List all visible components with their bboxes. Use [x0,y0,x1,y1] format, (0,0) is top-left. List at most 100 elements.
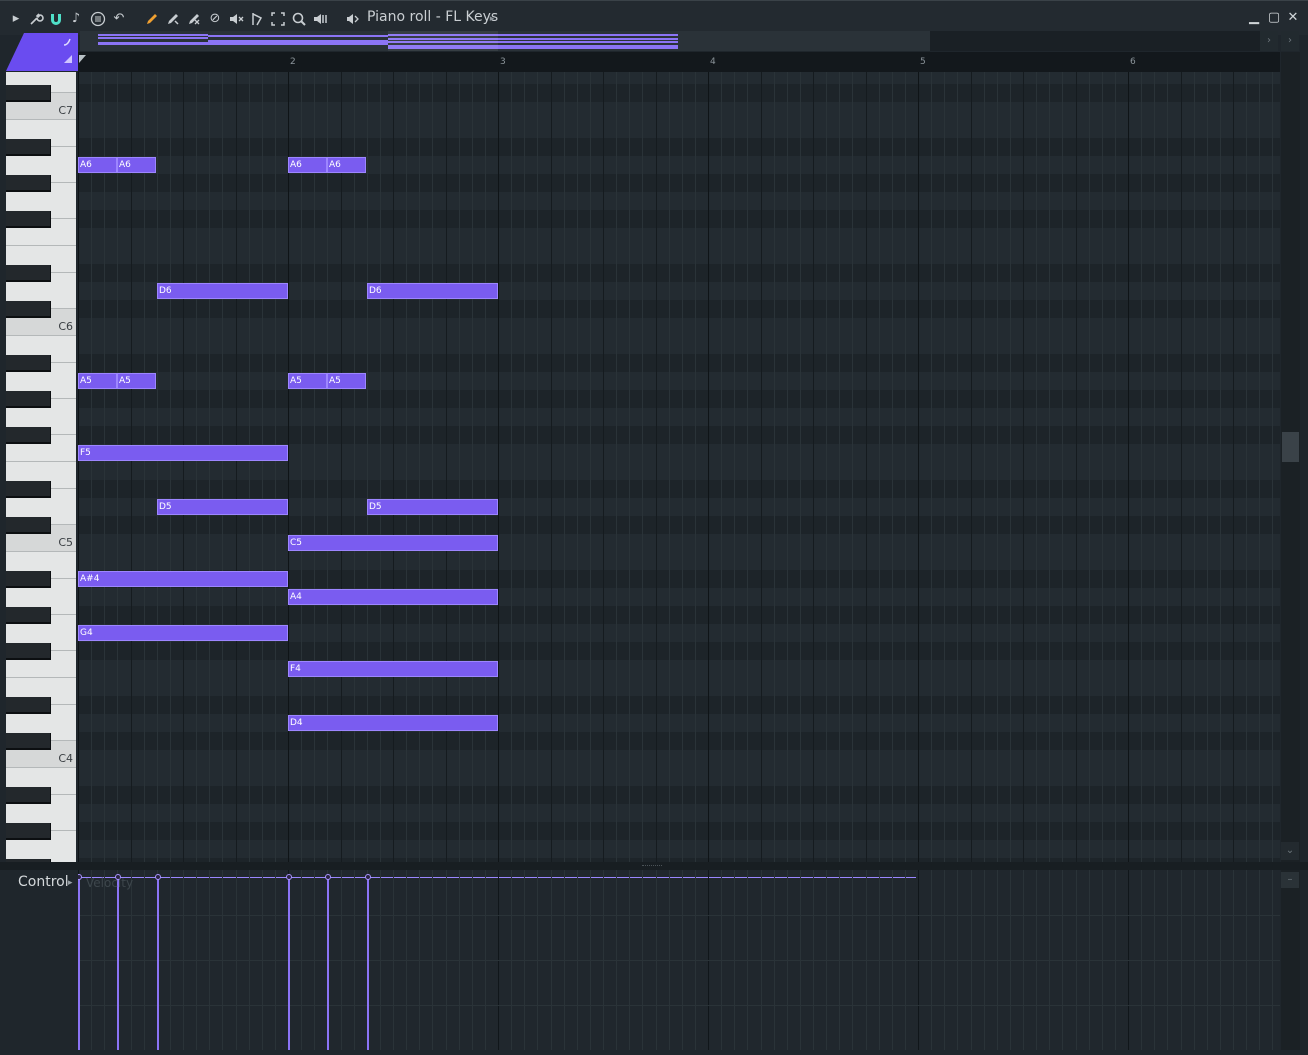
grid-line [104,72,105,862]
vertical-scrollbar-thumb[interactable] [1282,432,1299,462]
note-Asharp4[interactable]: A#4 [78,571,288,587]
note-C5[interactable]: C5 [288,535,498,551]
velocity-bar[interactable] [367,877,369,1050]
black-key[interactable] [6,643,51,658]
title-arrow-icon[interactable]: ▸ [484,11,500,27]
grid-line [682,72,683,862]
song-overview[interactable] [80,31,930,51]
undo-icon[interactable]: ↶ [111,11,127,27]
note-A5[interactable]: A5 [288,373,327,389]
playhead-marker-icon[interactable] [78,54,88,64]
velocity-bar[interactable] [117,877,119,1050]
black-key[interactable] [6,265,51,280]
black-key[interactable] [6,175,51,190]
note-D4[interactable]: D4 [288,715,498,731]
note-F5[interactable]: F5 [78,445,288,461]
event-grid[interactable] [78,870,1280,1050]
grid-line [577,72,578,862]
note-F4[interactable]: F4 [288,661,498,677]
note-A6[interactable]: A6 [78,157,117,173]
black-key[interactable] [6,697,51,712]
zoom-icon[interactable] [291,11,307,27]
black-key[interactable] [6,481,51,496]
velocity-bar[interactable] [288,877,290,1050]
control-arrow-icon[interactable]: ▸ [68,878,73,888]
octave-label: C5 [58,536,73,549]
note-D5[interactable]: D5 [157,499,288,515]
black-key[interactable] [6,85,51,100]
black-key[interactable] [6,301,51,316]
toolbar: ▸ ♪ ↶ ⊘ Piano roll - FL Keys ▸ ▁ ▢ ✕ [0,0,1308,35]
paint-brush-icon[interactable] [165,11,181,27]
speaker-icon[interactable] [344,11,360,27]
velocity-bar[interactable] [157,877,159,1050]
parameter-label: Velocity [86,876,134,890]
scroll-down-arrow[interactable]: ⌄ [1281,842,1299,860]
black-key[interactable] [6,211,51,226]
black-key[interactable] [6,391,51,406]
note-A4[interactable]: A4 [288,589,498,605]
note-A5[interactable]: A5 [117,373,156,389]
black-key[interactable] [6,733,51,748]
note-icon[interactable]: ♪ [68,11,84,27]
pencil-icon[interactable] [144,11,160,27]
grid-line [905,72,906,862]
velocity-bar[interactable] [327,877,329,1050]
black-key[interactable] [6,787,51,802]
speaker-mute-icon[interactable] [228,11,244,27]
note-A6[interactable]: A6 [117,157,156,173]
grid-line [1062,72,1063,862]
black-key[interactable] [6,139,51,154]
grid-line [511,72,512,862]
options-icon[interactable] [90,11,106,27]
note-A5[interactable]: A5 [78,373,117,389]
black-key[interactable] [6,607,51,622]
piano-keyboard[interactable]: C7 C6 C5 C4 [6,72,76,862]
note-A5[interactable]: A5 [327,373,366,389]
note-grid[interactable]: A6 A6 A6 A6 D6 D6 A5 A5 A5 A5 F5 D5 D5 C5 A#4 A4 G4 F4 D4 [78,72,1280,862]
grid-line [472,72,473,862]
playback-icon[interactable] [312,11,328,27]
wrench-icon[interactable] [28,11,44,27]
note-D6[interactable]: D6 [367,283,498,299]
velocity-handle[interactable] [365,874,371,880]
velocity-handle[interactable] [286,874,292,880]
grid-line [957,72,958,862]
note-A6[interactable]: A6 [288,157,327,173]
black-key[interactable] [6,517,51,532]
note-G4[interactable]: G4 [78,625,288,641]
grid-line [1207,72,1208,862]
grid-line [170,72,171,862]
panel-splitter[interactable] [0,862,1308,870]
black-key[interactable] [6,571,51,586]
velocity-handle[interactable] [155,874,161,880]
note-D5[interactable]: D5 [367,499,498,515]
menu-arrow-icon[interactable]: ▸ [8,11,24,27]
close-icon[interactable]: ✕ [1285,10,1301,26]
select-icon[interactable] [270,11,286,27]
grid-line [419,72,420,862]
delete-icon[interactable] [186,11,202,27]
timeline-ruler[interactable]: 2 3 4 5 6 [78,52,1280,72]
control-label[interactable]: Control [18,874,69,890]
slice-icon[interactable] [249,11,265,27]
black-key[interactable] [6,823,51,838]
minimize-icon[interactable]: ▁ [1246,10,1262,26]
tool-tab[interactable] [6,33,78,71]
black-key[interactable] [6,427,51,442]
overview-zoom-arrow[interactable]: › [1281,31,1299,51]
overview-right-arrow[interactable]: › [1260,31,1278,51]
magnet-icon[interactable] [48,11,64,27]
grid-row-black [78,786,1280,804]
velocity-bar[interactable] [78,877,80,1050]
event-scrollbar[interactable]: – [1281,870,1300,1050]
mute-icon[interactable]: ⊘ [207,11,223,27]
event-scroll-up[interactable]: – [1281,872,1299,888]
note-D6[interactable]: D6 [157,283,288,299]
note-A6[interactable]: A6 [327,157,366,173]
velocity-handle[interactable] [78,874,82,880]
grid-line [669,72,670,862]
maximize-icon[interactable]: ▢ [1266,10,1282,26]
black-key[interactable] [6,355,51,370]
velocity-handle[interactable] [325,874,331,880]
